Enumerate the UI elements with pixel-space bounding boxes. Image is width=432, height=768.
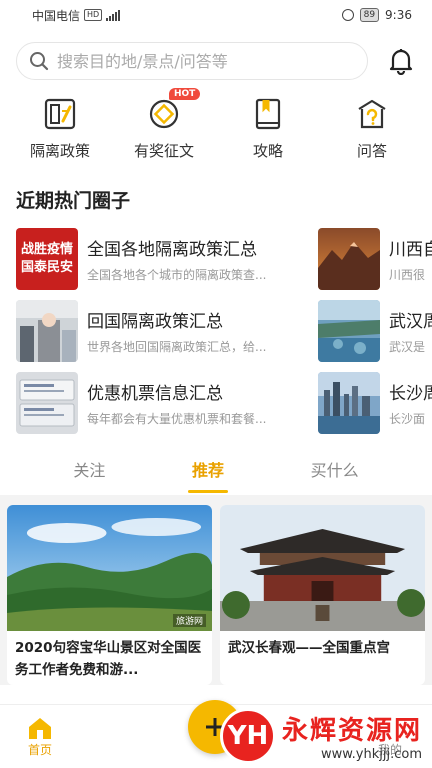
tab-recommend[interactable]: 推荐 bbox=[184, 453, 232, 493]
circle-desc: 全国各地各个城市的隔离政策查... bbox=[87, 268, 267, 282]
feed: 旅游网 2020句容宝华山景区对全国医务工作者免费和游... 武汉长春观——全国… bbox=[0, 495, 432, 685]
nav-home[interactable]: 首页 bbox=[0, 715, 80, 758]
circle-item[interactable]: 战胜疫情 国泰民安 全国各地隔离政策汇总 全国各地各个城市的隔离政策查... bbox=[16, 223, 307, 295]
card-image: 旅游网 bbox=[7, 505, 212, 631]
category-quarantine-policy[interactable]: 隔离政策 bbox=[15, 96, 105, 172]
search-row bbox=[0, 30, 432, 92]
circle-desc: 川西很 bbox=[389, 268, 426, 282]
search-input[interactable] bbox=[57, 51, 355, 71]
category-label: 隔离政策 bbox=[29, 142, 90, 160]
circle-desc: 每年都会有大量优惠机票和套餐... bbox=[87, 412, 267, 426]
status-right: 89 9:36 bbox=[341, 8, 412, 22]
circles-column-right: 川西自 川西很 武汉周 武汉是 长沙周 长沙面 bbox=[318, 223, 432, 439]
card-image-tag: 旅游网 bbox=[172, 614, 206, 627]
carrier-label: 中国电信 bbox=[32, 8, 81, 23]
card-title: 武汉长春观——全国重点宫 bbox=[228, 640, 390, 656]
policy-icon bbox=[42, 96, 78, 132]
status-bar: 中国电信 HD 89 9:36 bbox=[0, 0, 432, 30]
category-prize-essay[interactable]: HOT 有奖征文 bbox=[119, 88, 209, 172]
nav-home-label: 首页 bbox=[27, 743, 52, 757]
search-icon bbox=[30, 52, 49, 71]
circle-item[interactable]: 优惠机票信息汇总 每年都会有大量优惠机票和套餐... bbox=[16, 367, 307, 439]
feed-card[interactable]: 旅游网 2020句容宝华山景区对全国医务工作者免费和游... bbox=[7, 505, 212, 685]
question-icon bbox=[354, 96, 390, 132]
circle-title: 全国各地隔离政策汇总 bbox=[87, 240, 257, 260]
circle-desc: 世界各地回国隔离政策汇总，给... bbox=[87, 340, 267, 354]
home-icon bbox=[29, 718, 51, 739]
watermark: YH 永辉资源网 www.yhkjjj.com bbox=[219, 708, 422, 764]
hd-icon: HD bbox=[84, 9, 103, 21]
circle-title: 川西自 bbox=[389, 240, 432, 260]
circle-thumbnail bbox=[318, 300, 380, 362]
feed-tabs: 关注 推荐 买什么 bbox=[0, 443, 432, 495]
signal-icon bbox=[106, 9, 121, 21]
tab-follow[interactable]: 关注 bbox=[65, 453, 113, 485]
circle-desc: 长沙面 bbox=[389, 412, 426, 426]
circle-item[interactable]: 武汉周 武汉是 bbox=[318, 295, 432, 367]
clock: 9:36 bbox=[385, 8, 412, 22]
category-bar: 隔离政策 HOT 有奖征文 攻略 问答 bbox=[0, 88, 432, 172]
search-box[interactable] bbox=[16, 42, 368, 80]
status-left: 中国电信 HD bbox=[32, 7, 121, 24]
category-label: 攻略 bbox=[252, 142, 283, 160]
section-title: 近期热门圈子 bbox=[16, 190, 131, 212]
thumb-text: 国泰民安 bbox=[20, 260, 73, 275]
circle-thumbnail bbox=[318, 228, 380, 290]
circle-title: 武汉周 bbox=[389, 312, 432, 332]
alarm-icon bbox=[341, 9, 354, 21]
card-image bbox=[220, 505, 425, 631]
feed-card[interactable]: 武汉长春观——全国重点宫 bbox=[220, 505, 425, 685]
circle-thumbnail bbox=[318, 372, 380, 434]
watermark-title: 永辉资源网 bbox=[281, 716, 422, 746]
category-guides[interactable]: 攻略 bbox=[223, 96, 313, 172]
circle-thumbnail bbox=[16, 300, 78, 362]
circle-item[interactable]: 回国隔离政策汇总 世界各地回国隔离政策汇总，给... bbox=[16, 295, 307, 367]
circle-item[interactable]: 川西自 川西很 bbox=[318, 223, 432, 295]
circle-item[interactable]: 长沙周 长沙面 bbox=[318, 367, 432, 439]
tab-what-to-buy[interactable]: 买什么 bbox=[303, 453, 367, 485]
thumb-text: 战胜疫情 bbox=[20, 242, 73, 257]
category-qa[interactable]: 问答 bbox=[327, 96, 417, 172]
battery-indicator: 89 bbox=[359, 8, 380, 22]
circle-title: 长沙周 bbox=[389, 384, 432, 404]
category-label: 有奖征文 bbox=[133, 142, 194, 160]
hot-badge: HOT bbox=[169, 88, 201, 100]
circle-thumbnail bbox=[16, 372, 78, 434]
card-title: 2020句容宝华山景区对全国医务工作者免费和游... bbox=[15, 640, 202, 678]
category-label: 问答 bbox=[356, 142, 387, 160]
circle-desc: 武汉是 bbox=[389, 340, 426, 354]
circle-thumbnail: 战胜疫情 国泰民安 bbox=[16, 228, 78, 290]
notification-bell-icon[interactable] bbox=[386, 46, 416, 76]
circles-column-left: 战胜疫情 国泰民安 全国各地隔离政策汇总 全国各地各个城市的隔离政策查... 回… bbox=[16, 223, 307, 439]
coin-icon bbox=[146, 96, 182, 132]
circle-title: 优惠机票信息汇总 bbox=[87, 384, 223, 404]
watermark-url: www.yhkjjj.com bbox=[320, 747, 422, 762]
watermark-logo: YH bbox=[219, 708, 276, 764]
hot-circles-list[interactable]: 战胜疫情 国泰民安 全国各地隔离政策汇总 全国各地各个城市的隔离政策查... 回… bbox=[0, 223, 432, 439]
bookmark-book-icon bbox=[250, 96, 286, 132]
circle-title: 回国隔离政策汇总 bbox=[87, 312, 223, 332]
